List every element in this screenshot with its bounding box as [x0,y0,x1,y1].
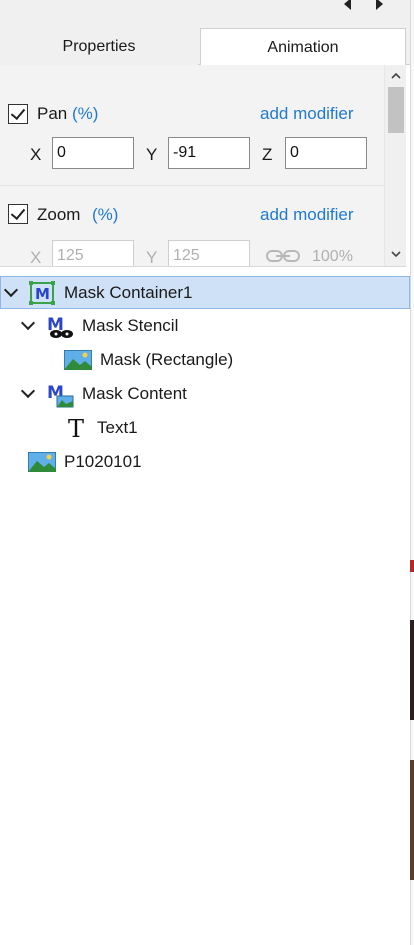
chevron-down-icon[interactable] [20,315,36,331]
scroll-thumb[interactable] [388,87,404,133]
image-icon [28,452,56,472]
arrow-right-icon[interactable] [376,0,383,10]
tree-item-mask-content[interactable]: M Mask Content [0,378,410,411]
scroll-up-icon[interactable] [391,71,401,81]
pan-y-label: Y [146,145,158,164]
pan-add-modifier-link[interactable]: add modifier [260,104,354,124]
pan-y-input[interactable]: -91 [168,137,250,169]
pan-unit-toggle[interactable]: (%) [72,104,98,124]
background-window-sliver [410,560,414,572]
top-toolbar [0,0,414,28]
text-icon: T [68,416,84,440]
tree-item-mask-rectangle[interactable]: Mask (Rectangle) [0,344,410,377]
mask-stencil-icon: M [47,315,73,338]
zoom-checkbox[interactable] [8,204,28,224]
zoom-add-modifier-link[interactable]: add modifier [260,205,354,225]
pan-z-input[interactable]: 0 [285,137,367,169]
tree-item-text1[interactable]: T Text1 [0,412,410,445]
tree-item-label: Mask Container1 [64,283,193,302]
tab-properties[interactable]: Properties [0,28,198,65]
image-icon [64,350,92,370]
pan-x-input[interactable]: 0 [52,137,134,169]
scroll-down-icon[interactable] [391,249,401,259]
tree-item-label: Mask Stencil [82,316,179,335]
tree-item-mask-stencil[interactable]: M Mask Stencil [0,310,410,343]
pan-z-label: Z [262,145,273,164]
pan-section: Pan (%) add modifier X 0 Y -91 Z 0 [0,65,384,185]
tree-item-mask-container1[interactable]: M Mask Container1 [0,276,410,309]
zoom-y-input[interactable]: 125 [168,240,250,266]
mask-container-icon: M [29,281,55,305]
arrow-left-icon[interactable] [344,0,351,10]
zoom-percent-value: 100% [312,248,353,265]
tree-item-label: Text1 [97,418,138,437]
svg-text:T: T [68,416,84,440]
chevron-down-icon[interactable] [3,282,19,298]
tab-bar: Properties Animation [0,28,414,66]
zoom-x-label: X [30,248,42,267]
tree-item-p1020101[interactable]: P1020101 [0,446,410,479]
mask-content-icon: M [47,383,74,408]
pan-checkbox[interactable] [8,104,28,124]
link-aspect-icon[interactable] [266,248,300,264]
chevron-down-icon[interactable] [20,383,36,399]
animation-panel: Pan (%) add modifier X 0 Y -91 Z 0 Zoom … [0,65,406,267]
pan-title: Pan [37,104,68,123]
tree-item-label: P1020101 [64,452,142,471]
background-window-sliver [410,760,414,880]
zoom-section: Zoom (%) add modifier X 125 Y 125 100% [0,186,384,267]
tree-item-label: Mask Content [82,384,187,403]
svg-text:M: M [35,285,50,303]
zoom-unit-toggle[interactable]: (%) [92,205,118,225]
zoom-y-label: Y [146,248,158,267]
background-window-sliver [410,620,414,720]
zoom-x-input[interactable]: 125 [52,240,134,266]
tree-item-label: Mask (Rectangle) [100,350,234,369]
pan-x-label: X [30,145,42,164]
panel-scrollbar[interactable] [384,65,406,266]
tab-animation[interactable]: Animation [200,28,406,66]
zoom-title: Zoom [37,205,81,224]
